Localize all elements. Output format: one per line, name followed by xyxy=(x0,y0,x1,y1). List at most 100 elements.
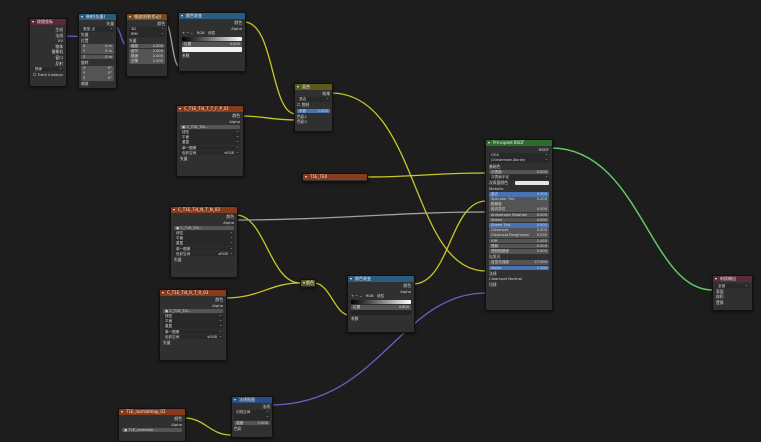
mapping-scale-field[interactable]: X 1.000 xyxy=(81,87,114,88)
type-dropdown[interactable]: 类型 点 xyxy=(81,27,114,32)
node-header[interactable]: T1E_TEX xyxy=(303,174,367,180)
chevron-down-icon[interactable]: ⌄ xyxy=(190,31,193,35)
mapping-loc-field[interactable]: Z 0 m xyxy=(81,54,114,60)
attribute-node[interactable]: T1E_TEX xyxy=(302,173,368,182)
stop-color-swatch[interactable] xyxy=(182,47,242,52)
node-header[interactable]: C_T1E_Ti4_N_T_N_03 xyxy=(171,207,237,213)
node-header[interactable]: 材质输出 xyxy=(713,276,752,282)
output-vector[interactable]: 矢量 xyxy=(81,21,114,27)
input-vector[interactable]: 矢量 xyxy=(129,38,165,44)
clamp-checkbox[interactable]: ☐ 钳制 xyxy=(297,102,330,108)
subsurface-radius-dropdown[interactable]: 次表面半径 xyxy=(489,174,549,180)
node-header[interactable]: C_T1E_Ti4_R_T_R_03 xyxy=(160,290,226,296)
output-alpha[interactable]: Alpha xyxy=(180,119,240,125)
output-result[interactable]: 结果 xyxy=(297,91,330,97)
node-header[interactable]: T1E_normalmap_02 xyxy=(119,409,185,415)
bsdf-param-field[interactable]: 高光 0.500 xyxy=(489,191,549,197)
reroute-node[interactable]: 颜色 xyxy=(300,279,316,288)
mapping-loc-field[interactable]: X 0 m xyxy=(81,44,114,49)
stop-position-field[interactable]: 位置 0.800 xyxy=(351,305,411,310)
output-alpha[interactable]: Alpha xyxy=(182,26,242,32)
input-factor[interactable]: 系数 xyxy=(182,53,242,59)
from-instancer-checkbox[interactable]: ☐ From Instancer xyxy=(33,72,63,78)
bsdf-param-field[interactable]: Anisotropic Rotation 0.000 xyxy=(489,212,549,218)
node-header[interactable]: 颜色 xyxy=(301,280,315,286)
projection-dropdown[interactable]: 平面 xyxy=(174,236,234,241)
source-dropdown[interactable]: 单一图像 xyxy=(174,246,234,252)
mix-rgb-node[interactable]: 混合 结果 混合 ☐ 钳制 系数1.000 色彩1 色彩2 xyxy=(294,83,333,132)
input-tangent[interactable]: 切线 xyxy=(489,282,549,288)
noise-texture-node[interactable]: 噪波纹理(扰动) 颜色 3D fBM 矢量 缩放 2.000 细节 2.000 糙度 2.… xyxy=(126,13,168,77)
noise-param-field[interactable]: 细节 2.000 xyxy=(129,48,165,54)
colorspace-dropdown[interactable]: 色彩空间 sRGB xyxy=(163,334,223,340)
color-ramp-gradient[interactable] xyxy=(351,300,411,305)
interpolation-dropdown[interactable]: 线性 xyxy=(163,313,223,319)
normal-map-node[interactable]: 法线贴图 法线 切线空间 强度1.000 色彩 xyxy=(231,396,273,438)
color-ramp-node-2[interactable]: 颜色渐变 颜色 Alpha + − ⌄ RGB 线性 位置0.800 系数 xyxy=(347,275,415,333)
distribution-dropdown[interactable]: GGX xyxy=(489,153,549,158)
input-vector[interactable]: 矢量 xyxy=(163,340,223,346)
mapping-rot-field[interactable]: Z 0° xyxy=(81,76,114,81)
bsdf-param-field[interactable]: Clearcoat 0.000 xyxy=(489,228,549,233)
node-header[interactable]: 法线贴图 xyxy=(232,397,272,403)
node-header[interactable]: 映射(矢量) xyxy=(79,14,116,20)
uv-map-dropdown[interactable] xyxy=(234,415,270,420)
material-output-node[interactable]: 材质输出 全部 表面 体积 置换 xyxy=(712,275,753,311)
space-dropdown[interactable]: 切线空间 xyxy=(234,410,270,415)
noise-param-field[interactable]: 空隙 2.000 xyxy=(129,59,165,64)
output-bsdf[interactable]: BSDF xyxy=(489,147,549,153)
image-texture-node-1[interactable]: C_T1E_Ti4_T_T_F_P_01 颜色 Alpha ▣ C_T1E_Ti… xyxy=(176,105,244,177)
noise-param-field[interactable]: 缩放 2.000 xyxy=(129,43,165,49)
ramp-toolbar[interactable]: + − ⌄ RGB 线性 xyxy=(351,294,411,299)
input-vector[interactable]: 矢量 xyxy=(174,257,234,263)
alpha-field[interactable]: Alpha 1.000 xyxy=(489,265,549,271)
node-header[interactable]: C_T1E_Ti4_T_T_F_P_01 xyxy=(177,106,243,112)
image-texture-node-4[interactable]: T1E_normalmap_02 颜色 Alpha ▣ T1E_normalm.… xyxy=(118,408,186,442)
noise-param-field[interactable]: 糙度 2.000 xyxy=(129,54,165,59)
bsdf-param-field[interactable]: 透射 0.000 xyxy=(489,243,549,249)
ramp-toolbar[interactable]: + − ⌄ RGB 线性 xyxy=(182,31,242,36)
bsdf-param-field[interactable]: IOR 1.450 xyxy=(489,238,549,244)
mapping-loc-field[interactable]: Y 0 m xyxy=(81,49,114,54)
principled-bsdf-node[interactable]: Principled BSDF BSDF GGX Christensen-Bur… xyxy=(485,139,553,311)
image-selector[interactable]: ▣ C_T1E_Ti4... xyxy=(180,124,240,130)
input-color2[interactable]: 色彩2 xyxy=(297,119,330,125)
output-alpha[interactable]: Alpha xyxy=(174,220,234,226)
extension-dropdown[interactable]: 重复 xyxy=(180,140,240,145)
subsurface-field[interactable]: 次表面 0.000 xyxy=(489,169,549,175)
interpolation-dropdown[interactable]: 线性 xyxy=(180,129,240,135)
input-factor[interactable]: 系数 xyxy=(351,316,411,322)
extension-dropdown[interactable]: 重复 xyxy=(174,241,234,246)
target-dropdown[interactable]: 全部 xyxy=(716,283,749,289)
source-dropdown[interactable]: 单一图像 xyxy=(163,329,223,335)
bsdf-param-field[interactable]: 粗糙度 xyxy=(489,202,549,207)
projection-dropdown[interactable]: 平面 xyxy=(163,319,223,324)
node-header[interactable]: 颜色渐变 xyxy=(348,276,414,282)
add-icon[interactable]: + xyxy=(182,31,185,35)
object-selector[interactable]: 物体 xyxy=(33,66,63,72)
mapping-rot-field[interactable]: X 0° xyxy=(81,65,114,71)
noise-type-dropdown[interactable]: fBM xyxy=(129,32,165,37)
source-dropdown[interactable]: 单一图像 xyxy=(180,145,240,151)
factor-field[interactable]: 系数 1.000 xyxy=(297,108,330,114)
input-metallic[interactable]: Metallic xyxy=(489,186,549,192)
output-normal[interactable]: 法线 xyxy=(234,404,270,410)
input-color[interactable]: 色彩 xyxy=(234,426,270,432)
bsdf-param-field[interactable]: Specular Tint 0.000 xyxy=(489,197,549,202)
node-header[interactable]: 纹理坐标 xyxy=(30,19,66,25)
output-color[interactable]: 颜色 xyxy=(129,21,165,27)
bsdf-param-field[interactable]: 各向异性 0.000 xyxy=(489,207,549,213)
node-header[interactable]: 混合 xyxy=(295,84,332,90)
emission-strength-field[interactable]: 自发光强度 27.000 xyxy=(489,260,549,265)
texcoord-output[interactable]: 反射 xyxy=(33,61,63,67)
interpolation-dropdown[interactable]: 线性 xyxy=(174,230,234,236)
strength-field[interactable]: 强度 1.000 xyxy=(234,420,270,426)
output-alpha[interactable]: Alpha xyxy=(122,422,182,428)
colorspace-dropdown[interactable]: 色彩空间 sRGB xyxy=(174,251,234,257)
chevron-down-icon[interactable]: ⌄ xyxy=(359,294,362,298)
remove-icon[interactable]: − xyxy=(355,294,358,298)
input-emission[interactable]: 自发光 xyxy=(489,254,549,260)
bsdf-param-field[interactable]: 透射粗糙度 0.000 xyxy=(489,248,549,254)
mapping-rot-field[interactable]: Y 0° xyxy=(81,71,114,76)
stop-position-field[interactable]: 位置 0.000 xyxy=(182,42,242,47)
